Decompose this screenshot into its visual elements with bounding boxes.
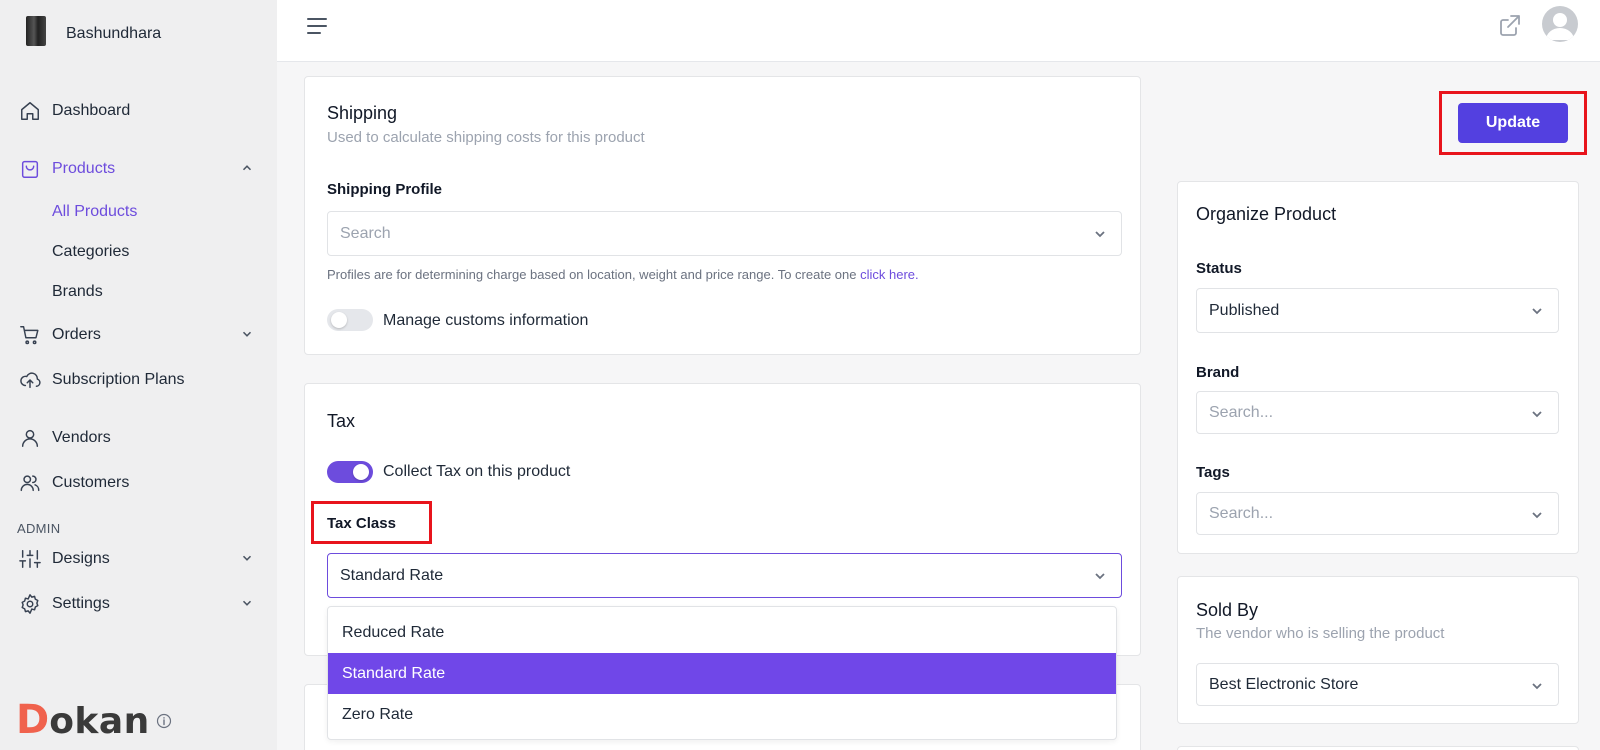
chevron-down-icon — [1530, 679, 1544, 693]
brand-placeholder: Search... — [1209, 403, 1274, 421]
status-label: Status — [1196, 260, 1242, 277]
sidebar-item-products[interactable]: Products — [18, 155, 262, 183]
tags-placeholder: Search... — [1209, 504, 1274, 522]
external-link-icon[interactable] — [1497, 12, 1523, 38]
tax-class-label: Tax Class — [327, 515, 396, 532]
shipping-profile-help: Profiles are for determining charge base… — [327, 267, 919, 282]
vendor-select[interactable]: Best Electronic Store — [1196, 663, 1559, 706]
cloud-upload-icon — [18, 368, 42, 392]
cart-icon — [18, 323, 42, 347]
chevron-down-icon — [240, 551, 256, 567]
sidebar-subitem-categories[interactable]: Categories — [52, 243, 129, 261]
chevron-down-icon — [1093, 227, 1107, 241]
users-icon — [18, 471, 42, 495]
sidebar-item-vendors[interactable]: Vendors — [18, 424, 262, 452]
chevron-down-icon — [240, 327, 256, 343]
brand-select[interactable]: Search... — [1196, 391, 1559, 434]
chevron-down-icon — [1530, 407, 1544, 421]
user-icon — [18, 426, 42, 450]
store-logo — [26, 16, 46, 46]
shopping-bag-icon — [18, 157, 42, 181]
sidebar-item-dashboard[interactable]: Dashboard — [18, 97, 262, 125]
brand-label: Brand — [1196, 364, 1240, 381]
shipping-card: Shipping Used to calculate shipping cost… — [304, 76, 1141, 355]
create-profile-link[interactable]: click here. — [860, 267, 919, 282]
sidebar-item-label: Dashboard — [52, 102, 131, 119]
sidebar-item-label: Products — [52, 160, 116, 177]
tax-option-reduced-rate[interactable]: Reduced Rate — [328, 612, 1116, 653]
shipping-profile-label: Shipping Profile — [327, 181, 442, 198]
sidebar-item-designs[interactable]: Designs — [18, 545, 262, 573]
chevron-down-icon — [1093, 569, 1107, 583]
vendor-value: Best Electronic Store — [1209, 675, 1359, 693]
tax-class-select[interactable]: Standard Rate — [327, 553, 1122, 598]
status-value: Published — [1209, 301, 1280, 319]
status-select[interactable]: Published — [1196, 288, 1559, 333]
sidebar-item-label: Designs — [52, 550, 110, 567]
sidebar-item-label: Subscription Plans — [52, 371, 185, 388]
chevron-up-icon — [240, 161, 256, 177]
tax-option-standard-rate[interactable]: Standard Rate — [328, 653, 1116, 694]
update-button[interactable]: Update — [1458, 103, 1568, 143]
topbar — [277, 0, 1600, 62]
sidebar-item-label: Settings — [52, 595, 110, 612]
sliders-icon — [18, 547, 42, 571]
sold-by-title: Sold By — [1196, 600, 1259, 620]
chevron-down-icon — [1530, 508, 1544, 522]
sold-by-subtitle: The vendor who is selling the product — [1196, 625, 1445, 642]
home-icon — [18, 99, 42, 123]
dokan-logo: Dokan — [16, 700, 172, 742]
sidebar-item-label: Customers — [52, 474, 130, 491]
organize-title: Organize Product — [1196, 204, 1337, 224]
sidebar-subitem-brands[interactable]: Brands — [52, 283, 103, 301]
sidebar-item-orders[interactable]: Orders — [18, 321, 262, 349]
shipping-profile-select[interactable]: Search — [327, 211, 1122, 256]
sidebar-item-customers[interactable]: Customers — [18, 469, 262, 497]
tags-label: Tags — [1196, 464, 1230, 481]
customs-toggle-label: Manage customs information — [383, 312, 589, 329]
sold-by-card: Sold By The vendor who is selling the pr… — [1177, 576, 1579, 724]
store-switcher[interactable]: Bashundhara — [26, 16, 161, 46]
collect-tax-label: Collect Tax on this product — [383, 463, 571, 480]
sidebar: Bashundhara Dashboard Products All Produ… — [0, 0, 277, 750]
store-name: Bashundhara — [66, 25, 162, 42]
customs-toggle[interactable] — [327, 309, 373, 331]
info-icon[interactable] — [156, 713, 172, 729]
chevron-down-icon — [1530, 304, 1544, 318]
tax-class-value: Standard Rate — [340, 566, 444, 584]
avatar[interactable] — [1542, 6, 1578, 42]
sidebar-subitem-all-products[interactable]: All Products — [52, 203, 137, 221]
organize-product-card: Organize Product Status Published Brand … — [1177, 181, 1579, 554]
collect-tax-toggle[interactable] — [327, 461, 373, 483]
tax-title: Tax — [327, 411, 356, 431]
menu-icon[interactable] — [306, 16, 328, 36]
tax-class-dropdown: Reduced Rate Standard Rate Zero Rate — [327, 606, 1117, 740]
sidebar-item-label: Orders — [52, 326, 101, 343]
sidebar-item-subscription-plans[interactable]: Subscription Plans — [18, 366, 262, 394]
tax-option-zero-rate[interactable]: Zero Rate — [328, 694, 1116, 735]
admin-section-label: ADMIN — [17, 521, 61, 536]
shipping-title: Shipping — [327, 103, 398, 123]
shipping-subtitle: Used to calculate shipping costs for thi… — [327, 129, 645, 146]
sidebar-item-label: Vendors — [52, 429, 111, 446]
next-right-card — [1177, 746, 1579, 750]
shipping-profile-placeholder: Search — [340, 224, 391, 242]
gear-icon — [18, 592, 42, 616]
chevron-down-icon — [240, 596, 256, 612]
sidebar-item-settings[interactable]: Settings — [18, 590, 262, 618]
tags-select[interactable]: Search... — [1196, 492, 1559, 535]
